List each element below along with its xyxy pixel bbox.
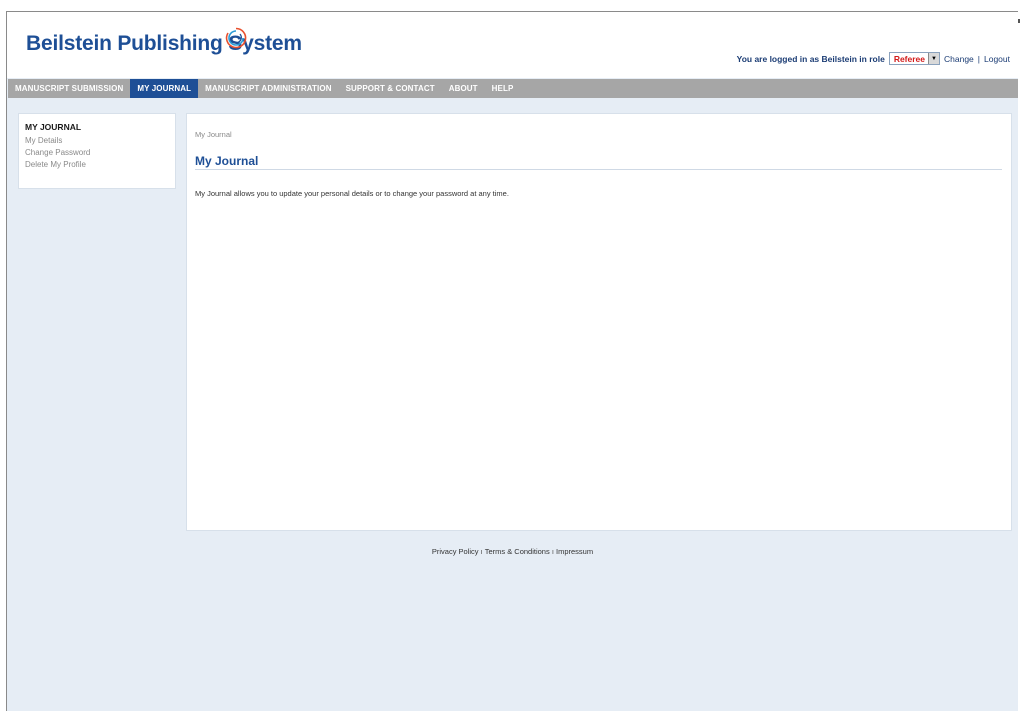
role-select[interactable]: Referee ▼	[888, 52, 940, 65]
logout-link[interactable]: Logout	[984, 54, 1010, 64]
sidebar-item-delete-my-profile[interactable]: Delete My Profile	[25, 159, 169, 171]
change-role-link[interactable]: Change	[944, 54, 974, 64]
nav-about[interactable]: About	[442, 79, 485, 98]
sidebar-title: MY JOURNAL	[25, 122, 82, 132]
nav-manuscript-administration[interactable]: Manuscript Administration	[198, 79, 339, 98]
footer-separator: ı	[480, 547, 483, 556]
header: Beilstein Publishing System You are logg…	[7, 12, 1018, 78]
footer-separator: ı	[551, 547, 554, 556]
nav-help[interactable]: Help	[485, 79, 521, 98]
role-value: Referee	[893, 53, 925, 64]
login-text: You are logged in as Beilstein in role	[736, 53, 885, 64]
footer-link-impressum[interactable]: Impressum	[556, 547, 593, 556]
footer: Privacy Policy ı Terms & Conditions ı Im…	[7, 547, 1018, 556]
login-separator: |	[977, 53, 980, 64]
breadcrumb[interactable]: My Journal	[195, 130, 232, 139]
intro-text: My Journal allows you to update your per…	[195, 189, 509, 198]
browser-frame: Beilstein Publishing System You are logg…	[6, 11, 1018, 711]
footer-link-privacy-policy[interactable]: Privacy Policy	[432, 547, 479, 556]
sidebar-item-change-password[interactable]: Change Password	[25, 147, 169, 159]
brand-logo[interactable]: Beilstein Publishing System	[26, 32, 302, 56]
main-nav: Manuscript Submission My Journal Manuscr…	[8, 79, 1018, 98]
footer-link-terms-conditions[interactable]: Terms & Conditions	[485, 547, 550, 556]
nav-support-contact[interactable]: Support & Contact	[339, 79, 442, 98]
login-status: You are logged in as Beilstein in role R…	[737, 52, 1010, 65]
nav-manuscript-submission[interactable]: Manuscript Submission	[8, 79, 130, 98]
main-content: My Journal My Journal My Journal allows …	[186, 113, 1012, 531]
sidebar-item-my-details[interactable]: My Details	[25, 135, 169, 147]
swirl-logo-icon	[225, 27, 247, 49]
sidebar: MY JOURNAL My Details Change Password De…	[18, 113, 176, 189]
chevron-down-icon[interactable]: ▼	[928, 53, 939, 64]
window-edge-mark	[1018, 19, 1020, 23]
title-divider	[195, 169, 1002, 170]
nav-my-journal[interactable]: My Journal	[130, 79, 199, 98]
page-title: My Journal	[195, 154, 259, 168]
